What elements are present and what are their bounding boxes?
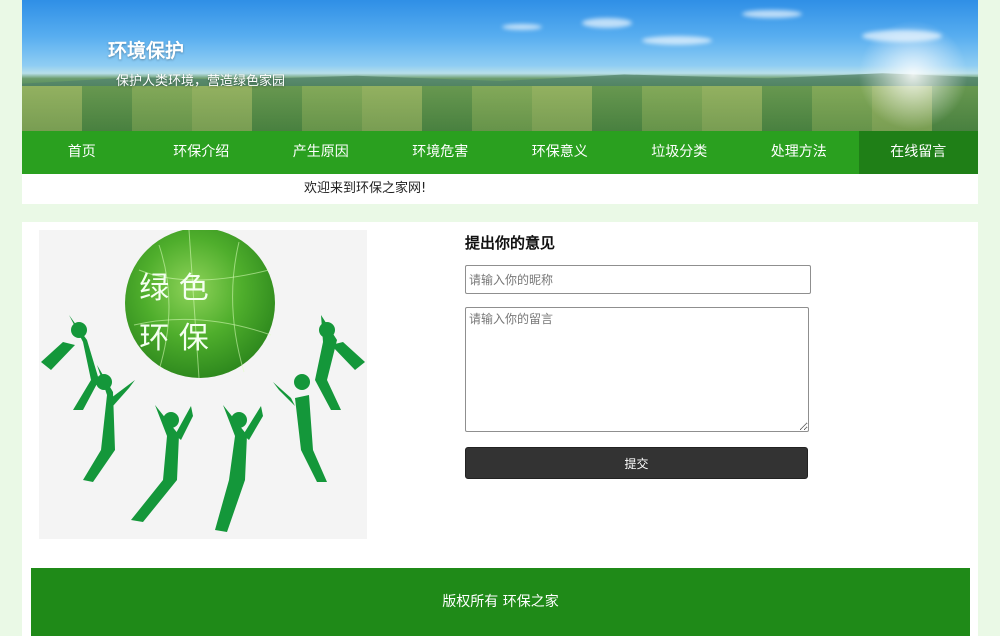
logo-text-line1: 绿 色: [139, 271, 209, 306]
nav-item-home[interactable]: 首页: [22, 131, 142, 174]
logo-illustration: 绿 色 环 保: [41, 228, 365, 532]
header-banner: 环境保护 保护人类环境，营造绿色家园: [22, 0, 978, 131]
nav-item-methods[interactable]: 处理方法: [739, 131, 859, 174]
logo-text-line2: 环 保: [139, 321, 209, 356]
sun-glow: [858, 20, 968, 130]
cloud-decoration: [642, 36, 712, 45]
welcome-bar: 欢迎来到环保之家网!: [22, 174, 978, 204]
nav-item-hazards[interactable]: 环境危害: [381, 131, 501, 174]
nav-item-guestbook[interactable]: 在线留言: [858, 131, 978, 174]
submit-button[interactable]: 提交: [465, 447, 808, 479]
main-nav: 首页 环保介绍 产生原因 环境危害 环保意义 垃圾分类 处理方法 在线留言: [22, 131, 978, 174]
main-content: 绿 色 环 保 提出你的意见 请输入你的昵称 请输入你的留言 提交 版权所有 环…: [22, 222, 978, 636]
nickname-input[interactable]: [465, 265, 811, 294]
nav-item-intro[interactable]: 环保介绍: [142, 131, 262, 174]
green-environment-logo: 绿 色 环 保: [39, 228, 367, 539]
banner-fields: [22, 86, 978, 131]
nav-item-garbage-sorting[interactable]: 垃圾分类: [620, 131, 740, 174]
message-textarea[interactable]: [465, 307, 809, 432]
nav-item-significance[interactable]: 环保意义: [500, 131, 620, 174]
cloud-decoration: [502, 24, 542, 30]
footer-copyright: 版权所有 环保之家: [442, 594, 559, 610]
form-title: 提出你的意见: [465, 234, 556, 252]
welcome-text: 欢迎来到环保之家网!: [304, 181, 427, 196]
nav-item-causes[interactable]: 产生原因: [261, 131, 381, 174]
site-slogan: 保护人类环境，营造绿色家园: [116, 74, 286, 89]
cloud-decoration: [742, 10, 802, 18]
cloud-decoration: [582, 18, 632, 28]
site-title: 环境保护: [108, 40, 185, 62]
footer: 版权所有 环保之家: [31, 568, 970, 636]
feedback-form: 提出你的意见 提交: [465, 232, 811, 479]
